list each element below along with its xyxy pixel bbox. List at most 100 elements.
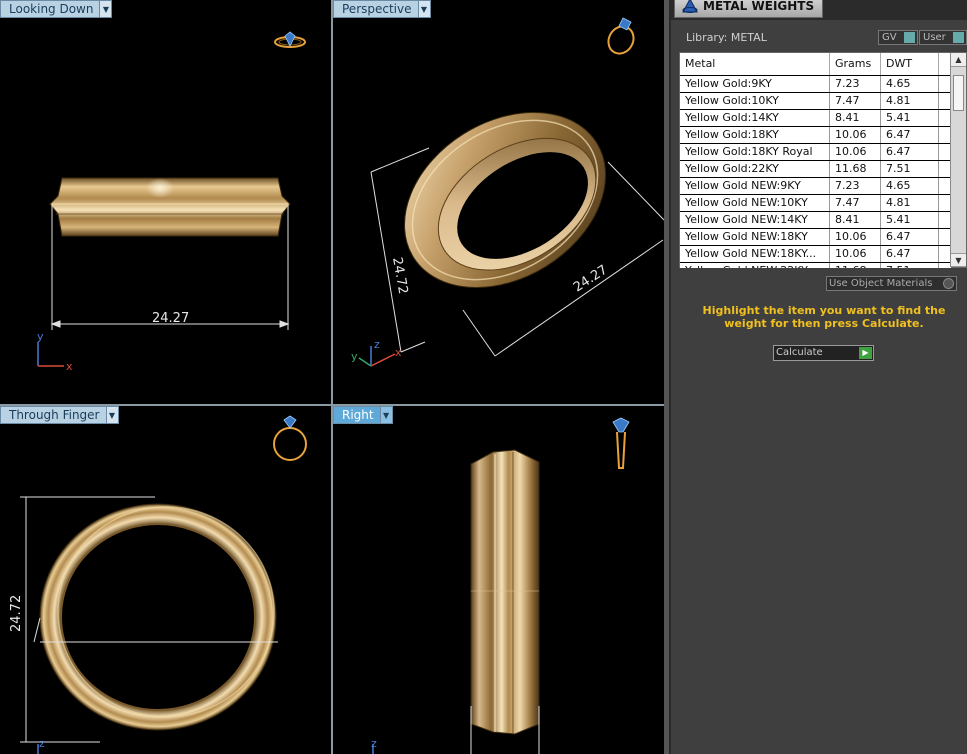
table-row[interactable]: Yellow Gold:10KY 7.47 4.81 bbox=[680, 93, 951, 110]
svg-text:z: z bbox=[39, 737, 45, 750]
calculate-button[interactable]: Calculate ▶ bbox=[773, 345, 874, 361]
table-row[interactable]: Yellow Gold:18KY 10.06 6.47 bbox=[680, 127, 951, 144]
ring-perspective bbox=[404, 112, 606, 288]
viewport-looking-down[interactable]: 24.27 y x Looking Down ▼ bbox=[0, 0, 331, 404]
scroll-thumb[interactable] bbox=[953, 75, 964, 111]
ring-perspective-canvas: 24.72 24.27 z y x bbox=[351, 17, 664, 367]
ring-side-canvas: z bbox=[371, 417, 630, 754]
chevron-down-icon[interactable]: ▼ bbox=[105, 407, 118, 423]
metal-weights-panel: METAL WEIGHTS Library: METAL GV User Met… bbox=[669, 0, 967, 754]
viewport-perspective[interactable]: 24.72 24.27 z y x Perspective ▼ bbox=[333, 0, 664, 404]
grams-cell: 10.06 bbox=[830, 229, 881, 245]
axis-gizmo: z y x bbox=[351, 338, 402, 367]
instructions-text: Highlight the item you want to find the … bbox=[702, 304, 946, 330]
viewport-right[interactable]: z Right ▼ bbox=[333, 406, 664, 754]
ring-front-view bbox=[39, 503, 277, 731]
grams-cell: 10.06 bbox=[830, 246, 881, 262]
metal-weights-icon bbox=[682, 0, 698, 13]
metal-cell: Yellow Gold NEW:22KY bbox=[680, 263, 830, 268]
use-object-materials-toggle[interactable]: Use Object Materials bbox=[826, 276, 957, 291]
dwt-cell: 4.81 bbox=[881, 195, 939, 211]
ring-navigator-icon[interactable] bbox=[604, 17, 639, 58]
dimension-label-height: 24.72 bbox=[9, 595, 24, 632]
chevron-down-icon[interactable]: ▼ bbox=[99, 1, 112, 17]
metal-weights-table: Metal Grams DWT Yellow Gold:9KY 7.23 4.65 Y… bbox=[679, 52, 967, 268]
metal-cell: Yellow Gold:9KY bbox=[680, 76, 830, 92]
table-row[interactable]: Yellow Gold:9KY 7.23 4.65 bbox=[680, 76, 951, 93]
ring-top-view bbox=[49, 177, 291, 237]
table-row[interactable]: Yellow Gold NEW:18KY... 10.06 6.47 bbox=[680, 246, 951, 263]
viewport-menu-perspective[interactable]: Perspective ▼ bbox=[333, 0, 431, 18]
toggle-knob-icon bbox=[952, 32, 964, 43]
metal-cell: Yellow Gold:18KY bbox=[680, 127, 830, 143]
dwt-cell: 6.47 bbox=[881, 246, 939, 262]
svg-text:z: z bbox=[374, 338, 380, 351]
viewport-menu-looking-down[interactable]: Looking Down ▼ bbox=[0, 0, 113, 18]
dimension-label: 24.27 bbox=[152, 311, 189, 326]
ring-navigator-icon[interactable] bbox=[274, 31, 306, 48]
viewport-through-finger[interactable]: 24.72 z Through Finger ▼ bbox=[0, 406, 331, 754]
chevron-down-icon[interactable]: ▼ bbox=[417, 1, 430, 17]
library-label: Library: METAL bbox=[686, 31, 767, 44]
metal-cell: Yellow Gold NEW:10KY bbox=[680, 195, 830, 211]
table-row[interactable]: Yellow Gold NEW:14KY 8.41 5.41 bbox=[680, 212, 951, 229]
dwt-cell: 4.65 bbox=[881, 178, 939, 194]
column-header-grams[interactable]: Grams bbox=[830, 53, 881, 75]
table-row[interactable]: Yellow Gold:18KY Royal 10.06 6.47 bbox=[680, 144, 951, 161]
metal-cell: Yellow Gold:22KY bbox=[680, 161, 830, 177]
dwt-cell: 6.47 bbox=[881, 229, 939, 245]
play-icon: ▶ bbox=[859, 347, 872, 359]
dwt-cell: 6.47 bbox=[881, 127, 939, 143]
table-body: Yellow Gold:9KY 7.23 4.65 Yellow Gold:10KY 7… bbox=[680, 76, 951, 268]
scroll-up-icon[interactable]: ▲ bbox=[951, 53, 966, 67]
column-header-dwt[interactable]: DWT bbox=[881, 53, 939, 75]
panel-title: METAL WEIGHTS bbox=[703, 0, 815, 13]
column-header-metal[interactable]: Metal bbox=[680, 53, 830, 75]
metal-cell: Yellow Gold:14KY bbox=[680, 110, 830, 126]
gv-toggle[interactable]: GV bbox=[878, 30, 918, 45]
metal-cell: Yellow Gold NEW:18KY... bbox=[680, 246, 830, 262]
toggle-knob-icon bbox=[943, 278, 954, 289]
table-row[interactable]: Yellow Gold NEW:22KY11.687.51 bbox=[680, 263, 951, 268]
ring-top-view-canvas: 24.27 y x bbox=[37, 31, 306, 373]
ring-navigator-icon[interactable] bbox=[273, 415, 307, 461]
grams-cell: 7.23 bbox=[830, 178, 881, 194]
table-row[interactable]: Yellow Gold NEW:18KY 10.06 6.47 bbox=[680, 229, 951, 246]
axis-gizmo: z bbox=[37, 737, 45, 754]
panel-title-tab[interactable]: METAL WEIGHTS bbox=[674, 0, 824, 18]
metal-cell: Yellow Gold:18KY Royal bbox=[680, 144, 830, 160]
table-scrollbar[interactable]: ▲ ▼ bbox=[950, 53, 966, 267]
grams-cell: 7.23 bbox=[830, 76, 881, 92]
metal-cell: Yellow Gold:10KY bbox=[680, 93, 830, 109]
grams-cell: 10.06 bbox=[830, 127, 881, 143]
dwt-cell: 7.51 bbox=[881, 161, 939, 177]
grams-cell: 10.06 bbox=[830, 144, 881, 160]
grams-cell: 7.47 bbox=[830, 93, 881, 109]
scroll-down-icon[interactable]: ▼ bbox=[951, 253, 966, 267]
chevron-down-icon[interactable]: ▼ bbox=[379, 407, 392, 423]
metal-cell: Yellow Gold NEW:18KY bbox=[680, 229, 830, 245]
grams-cell: 8.41 bbox=[830, 110, 881, 126]
metal-cell: Yellow Gold NEW:9KY bbox=[680, 178, 830, 194]
axis-gizmo: z bbox=[371, 737, 377, 754]
ring-navigator-icon[interactable] bbox=[612, 417, 630, 469]
toggle-knob-icon bbox=[903, 32, 915, 43]
table-row[interactable]: Yellow Gold:22KY 11.68 7.51 bbox=[680, 161, 951, 178]
viewport-menu-right[interactable]: Right ▼ bbox=[333, 406, 393, 424]
table-row[interactable]: Yellow Gold NEW:10KY 7.47 4.81 bbox=[680, 195, 951, 212]
viewport-menu-through-finger[interactable]: Through Finger ▼ bbox=[0, 406, 119, 424]
svg-text:x: x bbox=[395, 346, 402, 359]
svg-text:y: y bbox=[351, 350, 358, 363]
axis-gizmo: y x bbox=[37, 330, 73, 373]
svg-text:x: x bbox=[66, 360, 73, 373]
metal-cell: Yellow Gold NEW:14KY bbox=[680, 212, 830, 228]
svg-text:z: z bbox=[371, 737, 377, 750]
dwt-cell: 7.51 bbox=[881, 263, 939, 268]
table-header: Metal Grams DWT bbox=[680, 53, 951, 75]
dwt-cell: 5.41 bbox=[881, 212, 939, 228]
dwt-cell: 4.65 bbox=[881, 76, 939, 92]
table-row[interactable]: Yellow Gold:14KY 8.41 5.41 bbox=[680, 110, 951, 127]
user-toggle[interactable]: User bbox=[919, 30, 967, 45]
dimension-label-height: 24.72 bbox=[389, 256, 410, 295]
table-row[interactable]: Yellow Gold NEW:9KY 7.23 4.65 bbox=[680, 178, 951, 195]
